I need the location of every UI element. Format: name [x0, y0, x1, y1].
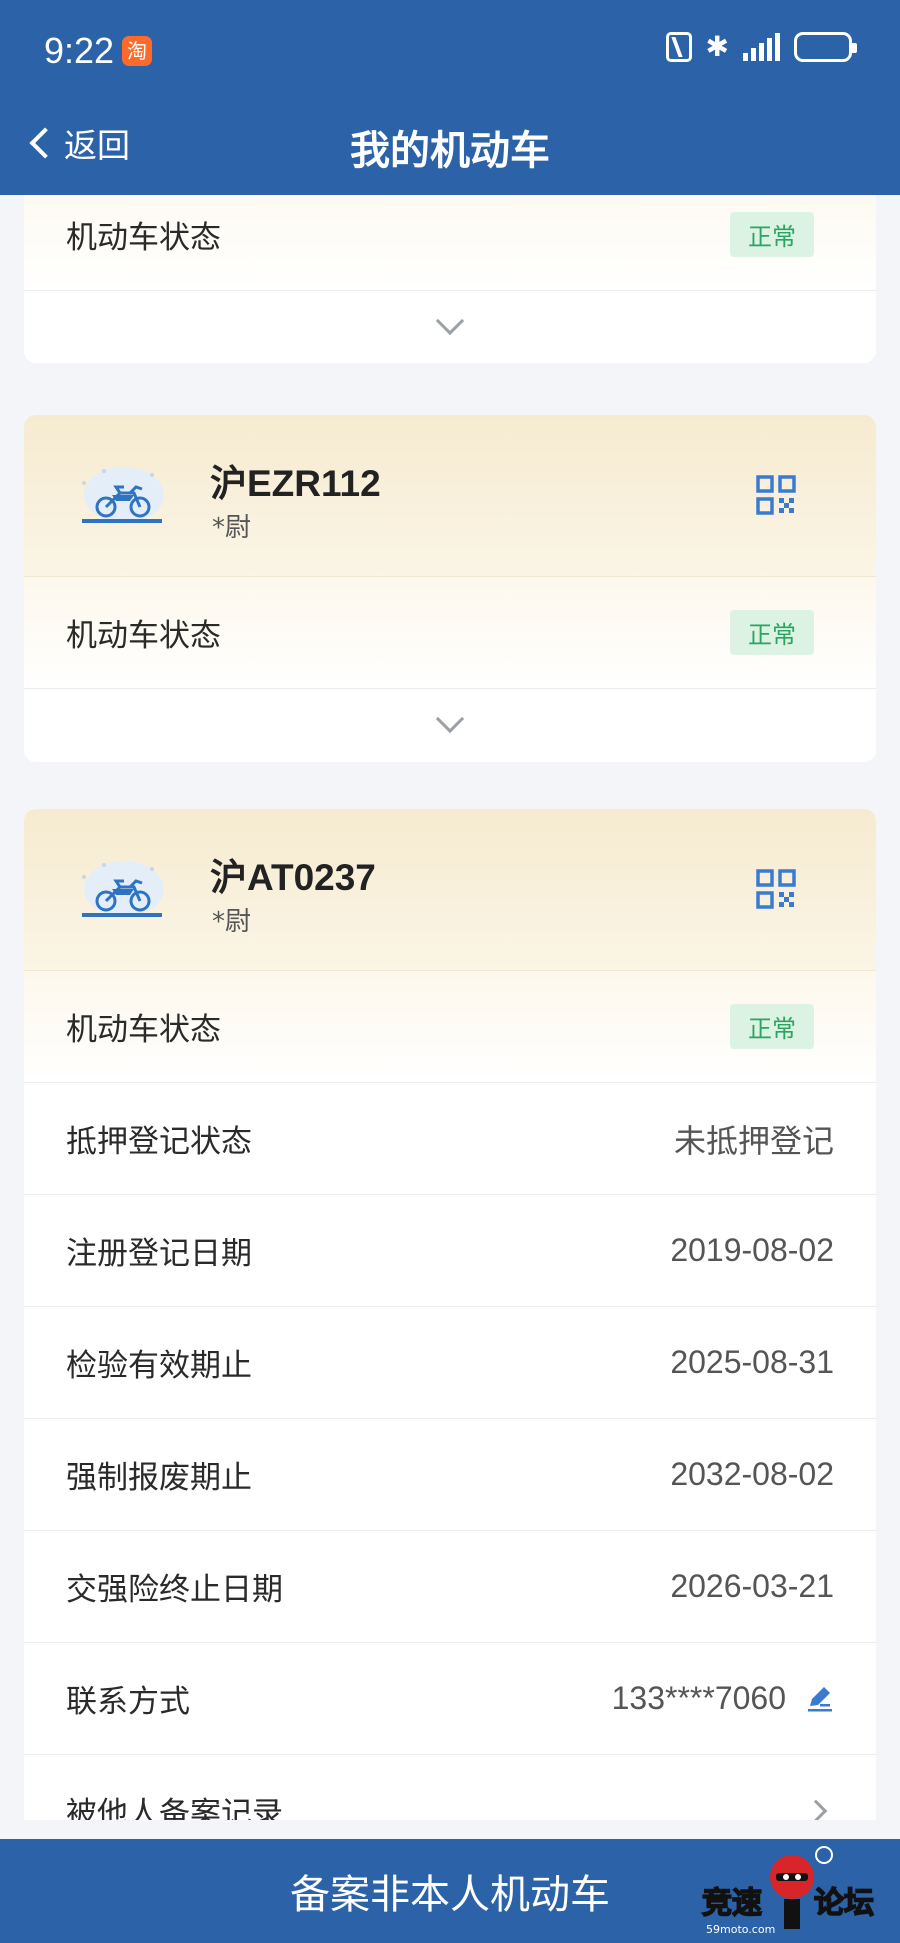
chevron-down-icon [435, 306, 465, 336]
battery-icon [794, 32, 857, 62]
status-icons: ✱ [665, 30, 857, 63]
bottom-button-label: 备案非本人机动车 [290, 1872, 610, 1918]
svg-text:论坛: 论坛 [814, 1886, 874, 1921]
expand-toggle[interactable] [24, 689, 876, 761]
contact-value-wrap: 133****7060 [612, 1680, 834, 1717]
row-label: 注册登记日期 [66, 1236, 252, 1272]
edit-icon[interactable] [804, 1684, 834, 1714]
registration-date-row: 注册登记日期 2019-08-02 [24, 1195, 876, 1307]
owner-name: *尉 [212, 907, 252, 937]
row-value: 2019-08-02 [670, 1232, 834, 1268]
contact-row[interactable]: 联系方式 133****7060 [24, 1643, 876, 1755]
row-label: 检验有效期止 [66, 1348, 252, 1384]
status-row: 机动车状态 正常 [24, 971, 876, 1083]
row-label: 强制报废期止 [66, 1460, 252, 1496]
register-other-vehicle-button[interactable]: 备案非本人机动车 竞速 论坛 59moto.com [0, 1839, 900, 1943]
chevron-down-icon [435, 704, 465, 734]
inspection-expiry-row: 检验有效期止 2025-08-31 [24, 1307, 876, 1419]
status-badge: 正常 [730, 212, 814, 257]
chevron-right-icon [804, 1799, 828, 1820]
row-label: 被他人备案记录 [66, 1796, 283, 1820]
bluetooth-icon: ✱ [705, 30, 729, 63]
motorcycle-icon [82, 861, 164, 917]
vehicle-card: 沪EZR112 *尉 机动车状态 正常 [24, 415, 876, 762]
taobao-icon: 淘 [122, 36, 152, 66]
row-label: 联系方式 [66, 1684, 190, 1720]
owner-name: *尉 [212, 513, 252, 543]
row-label: 交强险终止日期 [66, 1572, 283, 1608]
row-label: 机动车状态 [66, 1012, 221, 1048]
vehicle-card: 沪AT0237 *尉 机动车状态 正常 抵押登记状态 未抵押登记 注册登记日期 … [24, 809, 876, 1820]
row-value: 2026-03-21 [670, 1568, 834, 1604]
row-value: 133****7060 [611, 1680, 786, 1716]
insurance-expiry-row: 交强险终止日期 2026-03-21 [24, 1531, 876, 1643]
qr-code-icon[interactable] [756, 869, 796, 909]
page-title: 我的机动车 [350, 128, 550, 174]
others-record-row[interactable]: 被他人备案记录 [24, 1755, 876, 1820]
status-badge: 正常 [730, 610, 814, 655]
motorcycle-icon [82, 467, 164, 523]
vehicle-list[interactable]: 机动车状态 正常 沪EZR112 *尉 机动车状态 正常 沪AT0237 *尉 … [0, 195, 900, 1820]
svg-text:59moto.com: 59moto.com [706, 1923, 775, 1936]
status-badge: 正常 [730, 1004, 814, 1049]
status-time: 9:22 [44, 30, 115, 71]
row-label: 机动车状态 [66, 220, 221, 256]
status-row: 机动车状态 正常 [24, 195, 876, 291]
row-label: 抵押登记状态 [66, 1124, 252, 1160]
plate-number: 沪EZR112 [210, 463, 381, 504]
mortgage-status-row: 抵押登记状态 未抵押登记 [24, 1083, 876, 1195]
scrap-date-row: 强制报废期止 2032-08-02 [24, 1419, 876, 1531]
vehicle-card-header[interactable]: 沪AT0237 *尉 [24, 809, 876, 971]
expand-toggle[interactable] [24, 291, 876, 363]
qr-code-icon[interactable] [756, 475, 796, 515]
svg-text:竞速: 竞速 [702, 1886, 762, 1921]
top-bar: 9:22 淘 ✱ 返回 我的机动车 [0, 0, 900, 195]
plate-number: 沪AT0237 [210, 857, 376, 898]
nfc-icon [665, 32, 692, 62]
row-value: 2032-08-02 [670, 1456, 834, 1492]
vehicle-card: 机动车状态 正常 [24, 195, 876, 363]
forum-watermark-logo: 竞速 论坛 59moto.com [701, 1846, 875, 1936]
status-row: 机动车状态 正常 [24, 577, 876, 689]
row-value: 2025-08-31 [670, 1344, 834, 1380]
vehicle-card-header[interactable]: 沪EZR112 *尉 [24, 415, 876, 577]
row-value: 未抵押登记 [673, 1122, 834, 1159]
row-label: 机动车状态 [66, 618, 221, 654]
signal-icon [743, 33, 780, 61]
